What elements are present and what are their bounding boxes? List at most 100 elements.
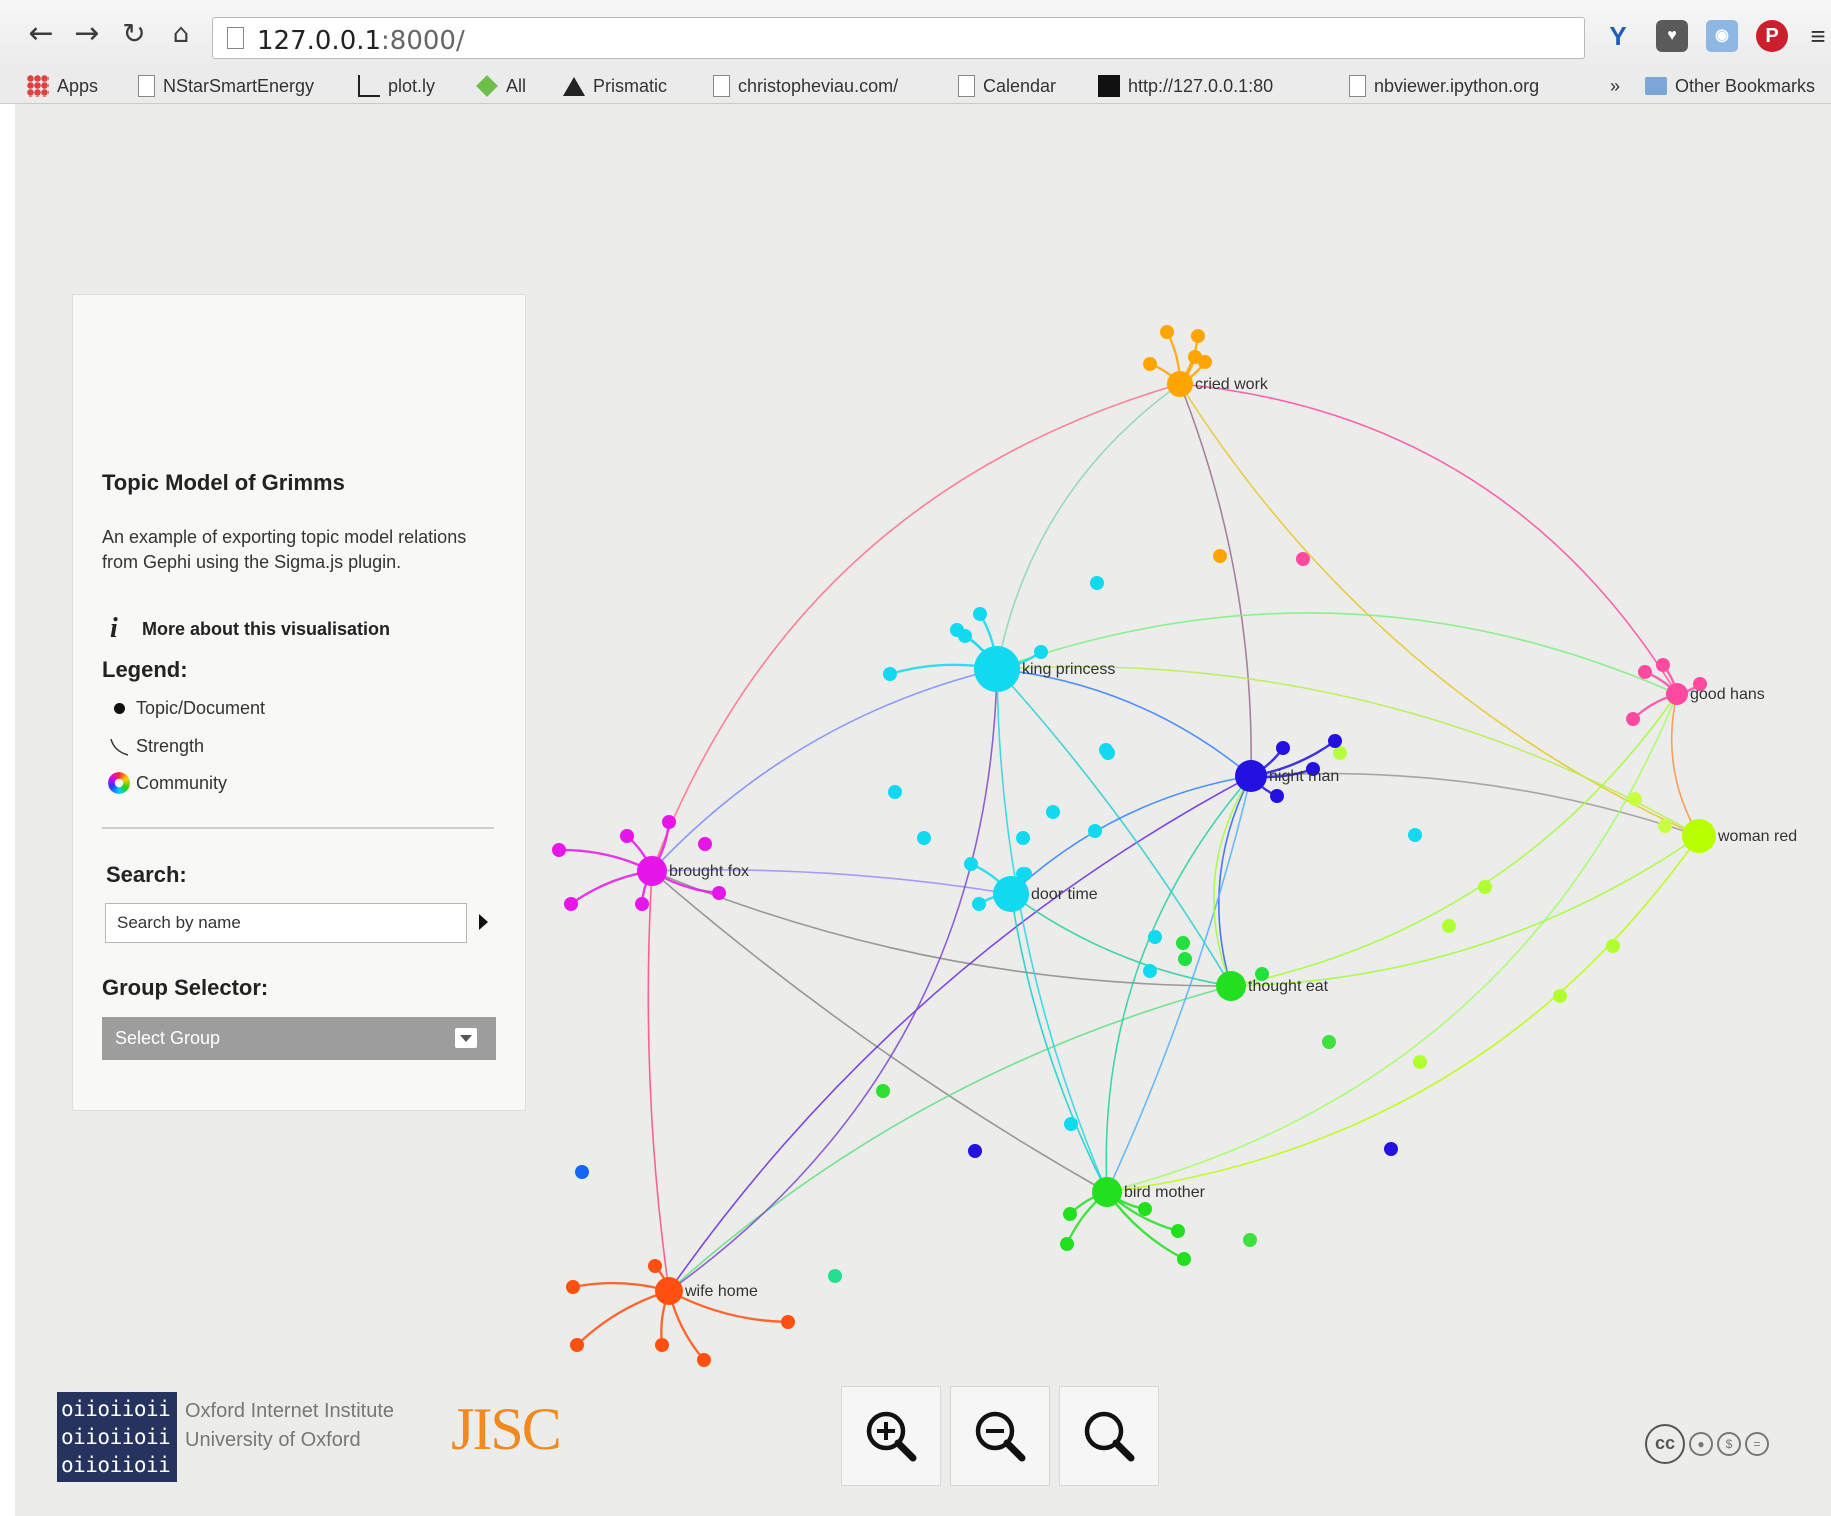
bookmark-localhost[interactable]: http://127.0.0.1:80 xyxy=(1098,73,1273,99)
more-info-link[interactable]: More about this visualisation xyxy=(142,619,390,640)
graph-node xyxy=(1178,952,1192,966)
camera-icon[interactable]: ◉ xyxy=(1706,20,1738,52)
graph-node xyxy=(1666,683,1688,705)
graph-node xyxy=(1143,964,1157,978)
home-icon[interactable]: ⌂ xyxy=(164,17,198,51)
menu-icon[interactable]: ≡ xyxy=(1802,20,1831,52)
graph-node xyxy=(1328,734,1342,748)
graph-node xyxy=(781,1315,795,1329)
pinterest-icon[interactable]: P xyxy=(1756,20,1788,52)
graph-node xyxy=(1384,1142,1398,1156)
info-panel: Topic Model of Grimms An example of expo… xyxy=(72,294,526,1111)
oii-logo[interactable]: oiioiioii oiioiioii oiioiioii xyxy=(57,1392,177,1482)
graph-node xyxy=(1296,552,1310,566)
zoom-out-button[interactable] xyxy=(950,1386,1050,1486)
page-icon xyxy=(227,27,244,49)
zoom-out-icon xyxy=(975,1411,1026,1462)
graph-node xyxy=(1016,831,1030,845)
bookmark-prismatic[interactable]: Prismatic xyxy=(563,73,667,99)
legend-edge-row: Strength xyxy=(102,735,204,757)
graph-edge xyxy=(996,612,1678,695)
graph-node xyxy=(635,897,649,911)
group-select-value: Select Group xyxy=(115,1028,221,1048)
bookmark-apps[interactable]: Apps xyxy=(27,73,98,99)
graph-node xyxy=(648,1259,662,1273)
zoom-in-button[interactable] xyxy=(841,1386,941,1486)
pocket-icon[interactable]: ♥ xyxy=(1656,20,1688,52)
graph-node xyxy=(972,897,986,911)
legend-node-row: Topic/Document xyxy=(102,698,265,719)
graph-node xyxy=(1442,919,1456,933)
graph-edge xyxy=(651,870,1108,1193)
graph-node xyxy=(655,1277,683,1305)
graph-node xyxy=(1148,930,1162,944)
url-text: 127.0.0.1:8000/ xyxy=(257,26,465,56)
bookmark-nstarsmartenergy[interactable]: NStarSmartEnergy xyxy=(138,73,314,99)
panel-title: Topic Model of Grimms xyxy=(102,470,345,495)
graph-node-label: woman red xyxy=(1717,828,1797,845)
bookmark-plotly[interactable]: plot.ly xyxy=(358,73,435,99)
bookmark-calendar[interactable]: Calendar xyxy=(958,73,1056,99)
graph-node xyxy=(566,1280,580,1294)
graph-node xyxy=(828,1269,842,1283)
page-canvas: cried work king princess good hans night ma… xyxy=(15,104,1831,1516)
graph-node xyxy=(575,1165,589,1179)
chart-icon xyxy=(358,75,380,97)
zoom-reset-button[interactable] xyxy=(1059,1386,1159,1486)
graph-node xyxy=(637,856,667,886)
graph-node-label: brought fox xyxy=(669,863,749,880)
graph-edge xyxy=(1106,693,1678,1193)
graph-node xyxy=(1638,665,1652,679)
bookmark-all[interactable]: All xyxy=(476,73,526,99)
graph-node xyxy=(1177,1252,1191,1266)
graph-node xyxy=(1478,880,1492,894)
graph-node xyxy=(1270,789,1284,803)
graph-node xyxy=(1626,712,1640,726)
graph-node-label: good hans xyxy=(1690,686,1765,703)
graph-node xyxy=(1138,1202,1152,1216)
group-select[interactable]: Select Group xyxy=(102,1017,496,1060)
address-bar[interactable]: 127.0.0.1:8000/ xyxy=(212,17,1585,59)
bookmark-nbviewer[interactable]: nbviewer.ipython.org xyxy=(1349,73,1539,99)
graph-node-label: night man xyxy=(1269,768,1339,785)
graph-node xyxy=(1167,371,1193,397)
graph-node xyxy=(564,897,578,911)
cc-nd-icon: = xyxy=(1745,1432,1769,1456)
graph-node xyxy=(876,1084,890,1098)
graph-node xyxy=(1060,1237,1074,1251)
graph-node xyxy=(712,886,726,900)
graph-node xyxy=(1064,1117,1078,1131)
bookmark-christopheviau[interactable]: christopheviau.com/ xyxy=(713,73,898,99)
graph-node-label: thought eat xyxy=(1248,978,1329,995)
graph-node xyxy=(1413,1055,1427,1069)
feedly-icon xyxy=(476,75,498,97)
cc-nc-icon: $ xyxy=(1717,1432,1741,1456)
forward-arrow-icon[interactable]: → xyxy=(70,17,104,51)
zoom-in-icon xyxy=(866,1411,917,1462)
graph-node-label: bird mother xyxy=(1124,1184,1206,1201)
graph-edge xyxy=(647,870,670,1292)
graph-edge xyxy=(1670,693,1700,837)
graph-node xyxy=(1235,760,1267,792)
graph-node xyxy=(620,829,634,843)
bookmark-other[interactable]: Other Bookmarks xyxy=(1645,73,1815,99)
search-submit-arrow-icon[interactable] xyxy=(479,914,488,930)
graph-edge xyxy=(1230,835,1700,987)
legend-node-label: Topic/Document xyxy=(136,698,266,718)
graph-edge xyxy=(668,775,1252,1292)
search-input[interactable] xyxy=(105,903,467,943)
v-extension-icon[interactable]: Y xyxy=(1602,20,1634,52)
back-arrow-icon[interactable]: ← xyxy=(24,17,58,51)
creative-commons-logo[interactable]: cc ● $ = xyxy=(1645,1424,1769,1464)
graph-node xyxy=(1143,357,1157,371)
curve-icon xyxy=(110,738,129,756)
graph-node-label: king princess xyxy=(1022,661,1115,678)
cc-icon: cc xyxy=(1645,1424,1685,1464)
bookmarks-overflow[interactable]: » xyxy=(1610,73,1620,99)
jisc-logo[interactable]: JISC xyxy=(451,1395,562,1464)
more-info-row[interactable]: i More about this visualisation xyxy=(102,613,390,645)
graph-node xyxy=(1243,1233,1257,1247)
graph-edge xyxy=(996,668,1252,777)
graph-node xyxy=(1656,658,1670,672)
reload-icon[interactable]: ↻ xyxy=(117,17,151,51)
